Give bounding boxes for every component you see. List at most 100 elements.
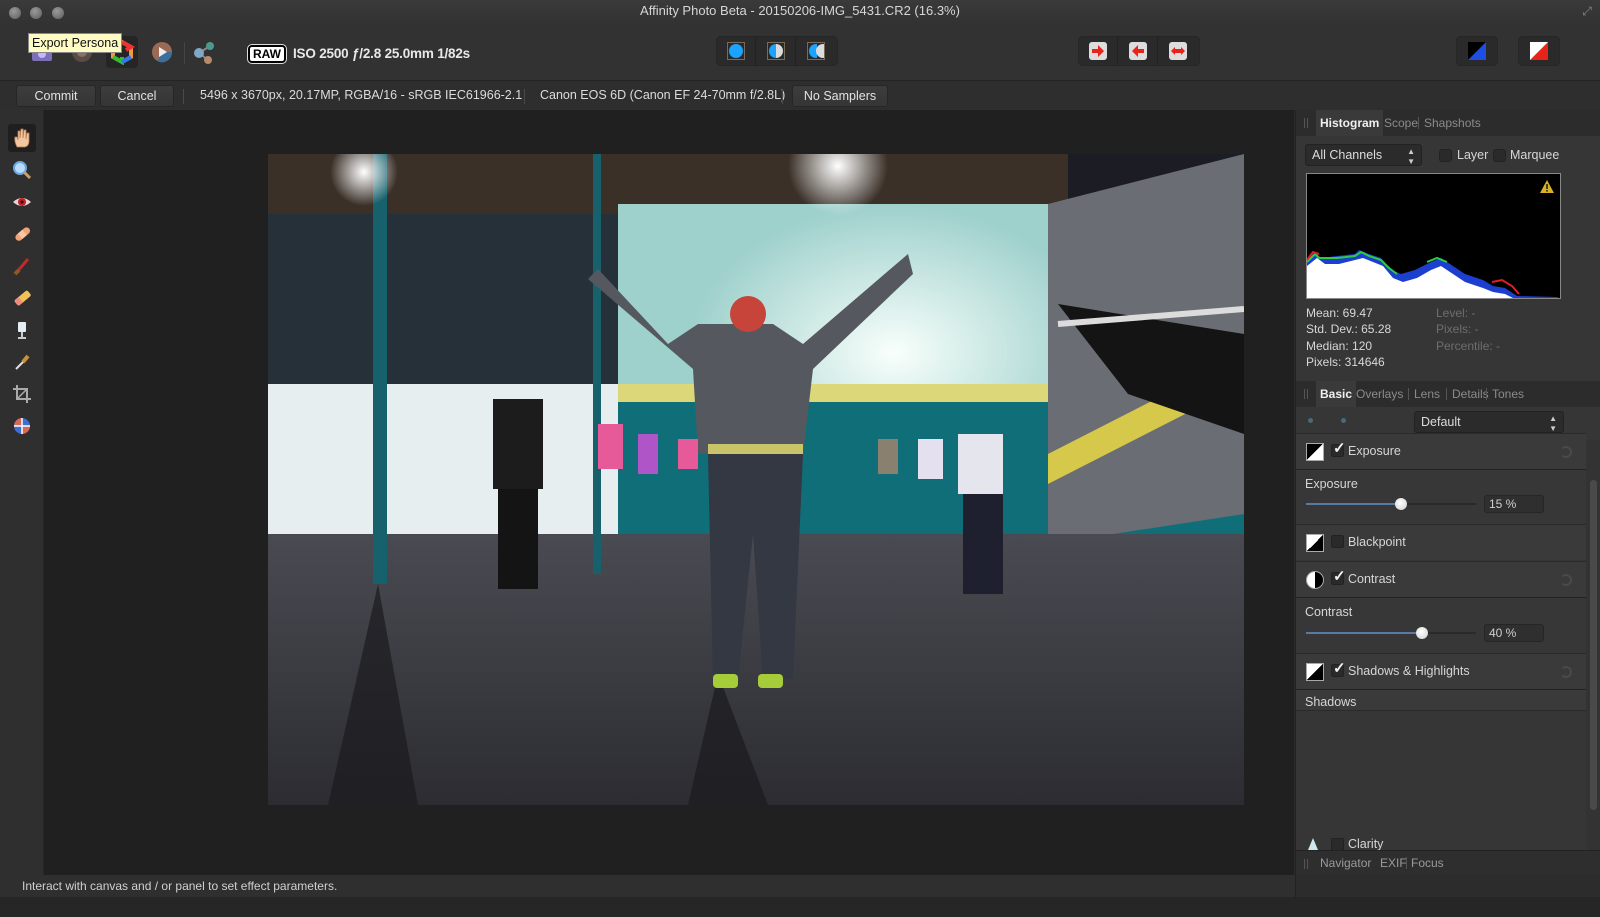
tab-scope[interactable]: Scope	[1380, 110, 1422, 136]
exif-summary: ISO 2500 ƒ/2.8 25.0mm 1/82s	[293, 46, 470, 61]
slider-knob[interactable]	[1395, 498, 1408, 510]
tab-snapshots[interactable]: Shapshots	[1420, 110, 1485, 136]
zoom-tool[interactable]	[8, 156, 36, 184]
panel-grip[interactable]	[1304, 859, 1308, 869]
channel-select-value: All Channels	[1312, 148, 1383, 162]
close-window-button[interactable]	[9, 7, 21, 19]
tab-histogram[interactable]: Histogram	[1316, 110, 1384, 136]
contrast-value-field[interactable]: 40 %	[1484, 624, 1544, 642]
tab-overlays[interactable]: Overlays	[1352, 381, 1407, 407]
stat-median: Median: 120	[1306, 339, 1373, 353]
arrow-both-icon	[1169, 42, 1187, 60]
photo-canvas[interactable]	[268, 154, 1244, 805]
shadows-highlights-title: Shadows & Highlights	[1348, 664, 1470, 678]
tab-tones[interactable]: Tones	[1488, 381, 1528, 407]
camera-info: Canon EOS 6D (Canon EF 24-70mm f/2.8L)	[540, 88, 786, 102]
tab-divider	[1408, 388, 1409, 400]
slider-fill	[1306, 632, 1422, 634]
highlight-clip-icon	[1530, 42, 1548, 60]
split-view-button[interactable]	[756, 36, 796, 66]
crop-icon	[13, 385, 31, 403]
export-persona-button[interactable]	[188, 36, 220, 68]
channel-select[interactable]: All Channels ▲ ▼	[1305, 144, 1422, 166]
arrow-right-icon	[1088, 42, 1107, 60]
shadow-clip-icon	[1468, 42, 1486, 60]
zoom-window-button[interactable]	[52, 7, 64, 19]
straighten-tool[interactable]	[8, 412, 36, 440]
clip-shadows-button[interactable]	[1118, 36, 1158, 66]
single-view-button[interactable]	[716, 36, 756, 66]
shadow-clip-display-button[interactable]	[1456, 36, 1498, 66]
overlay-erase-tool[interactable]	[8, 284, 36, 312]
clip-highlights-button[interactable]	[1078, 36, 1118, 66]
develop-tabs: Basic Overlays Lens Details Tones	[1296, 381, 1600, 407]
highlight-clip-display-button[interactable]	[1518, 36, 1560, 66]
stat-std-dev: Std. Dev.: 65.28	[1306, 322, 1392, 336]
shadows-highlights-enable-checkbox[interactable]: ✓	[1331, 660, 1346, 677]
preset-add-icon[interactable]	[1308, 418, 1313, 423]
exposure-section-header[interactable]: ✓ Exposure	[1296, 433, 1586, 469]
commit-button[interactable]: Commit	[16, 85, 96, 107]
blackpoint-section-header[interactable]: Blackpoint	[1296, 524, 1586, 560]
contrast-section-header[interactable]: ✓ Contrast	[1296, 561, 1586, 597]
toolbar-divider	[184, 42, 185, 64]
eyedropper-icon	[15, 354, 30, 370]
reset-icon[interactable]	[1560, 574, 1572, 586]
panel-grip[interactable]	[1304, 389, 1308, 399]
stat-pixels: Pixels: 314646	[1306, 355, 1385, 369]
tab-divider	[1446, 388, 1447, 400]
tab-lens[interactable]: Lens	[1410, 381, 1444, 407]
blemish-removal-tool[interactable]	[8, 220, 36, 248]
clip-tones-button[interactable]	[1158, 36, 1198, 66]
tab-divider	[1486, 388, 1487, 400]
slider-knob[interactable]	[1415, 627, 1428, 639]
preset-remove-icon[interactable]	[1341, 418, 1346, 423]
bandage-icon	[15, 227, 31, 241]
exposure-slider[interactable]	[1306, 498, 1476, 510]
navigator-panel-body	[1296, 874, 1600, 897]
cancel-button[interactable]: Cancel	[100, 85, 174, 107]
fullscreen-icon[interactable]: ⤢	[1580, 4, 1594, 18]
exposure-icon	[1306, 443, 1324, 461]
canvas-area[interactable]	[44, 110, 1294, 875]
marquee-label: Marquee	[1510, 148, 1560, 162]
brush-icon	[13, 258, 30, 276]
layer-label: Layer	[1457, 148, 1489, 162]
minimize-window-button[interactable]	[30, 7, 42, 19]
warning-icon	[1540, 180, 1554, 193]
exposure-enable-checkbox[interactable]: ✓	[1331, 440, 1346, 457]
contrast-slider[interactable]	[1306, 627, 1476, 639]
overlay-paint-tool[interactable]	[8, 252, 36, 280]
navigator-tabs: Navigator EXIF Focus	[1296, 850, 1600, 874]
panel-grip[interactable]	[1304, 118, 1308, 128]
view-tool[interactable]	[8, 124, 36, 152]
clarity-section-header[interactable]: Clarity	[1296, 832, 1586, 850]
tab-basic[interactable]: Basic	[1316, 381, 1357, 407]
straighten-icon	[14, 418, 30, 434]
crop-tool[interactable]	[8, 380, 36, 408]
scrollbar-thumb[interactable]	[1590, 480, 1597, 810]
preset-select[interactable]: Default ▲ ▼	[1414, 411, 1564, 433]
panel-scrollbar[interactable]	[1586, 440, 1600, 865]
white-balance-tool[interactable]	[8, 348, 36, 376]
shadows-highlights-section-header[interactable]: ✓ Shadows & Highlights	[1296, 653, 1586, 689]
contrast-slider-label: Contrast	[1305, 605, 1353, 619]
blackpoint-enable-checkbox[interactable]	[1331, 535, 1344, 548]
window-title: Affinity Photo Beta - 20150206-IMG_5431.…	[640, 3, 960, 18]
right-panel: Histogram Scope Shapshots All Channels ▲…	[1295, 110, 1600, 897]
mirror-view-button[interactable]	[796, 36, 836, 66]
red-eye-tool[interactable]	[8, 188, 36, 216]
no-samplers-button[interactable]: No Samplers	[792, 85, 888, 107]
marquee-checkbox[interactable]	[1493, 149, 1506, 162]
overlay-gradient-tool[interactable]	[8, 316, 36, 344]
updown-icon: ▲ ▼	[1407, 147, 1415, 166]
layer-checkbox[interactable]	[1439, 149, 1452, 162]
contrast-enable-checkbox[interactable]: ✓	[1331, 568, 1346, 585]
tone-mapping-persona-button[interactable]	[146, 36, 178, 68]
reset-icon[interactable]	[1560, 446, 1572, 458]
glass-icon	[18, 322, 26, 339]
reset-icon[interactable]	[1560, 666, 1572, 678]
exposure-value-field[interactable]: 15 %	[1484, 495, 1544, 513]
clarity-enable-checkbox[interactable]	[1331, 838, 1344, 850]
contrast-section-body: Contrast 40 %	[1296, 597, 1586, 657]
